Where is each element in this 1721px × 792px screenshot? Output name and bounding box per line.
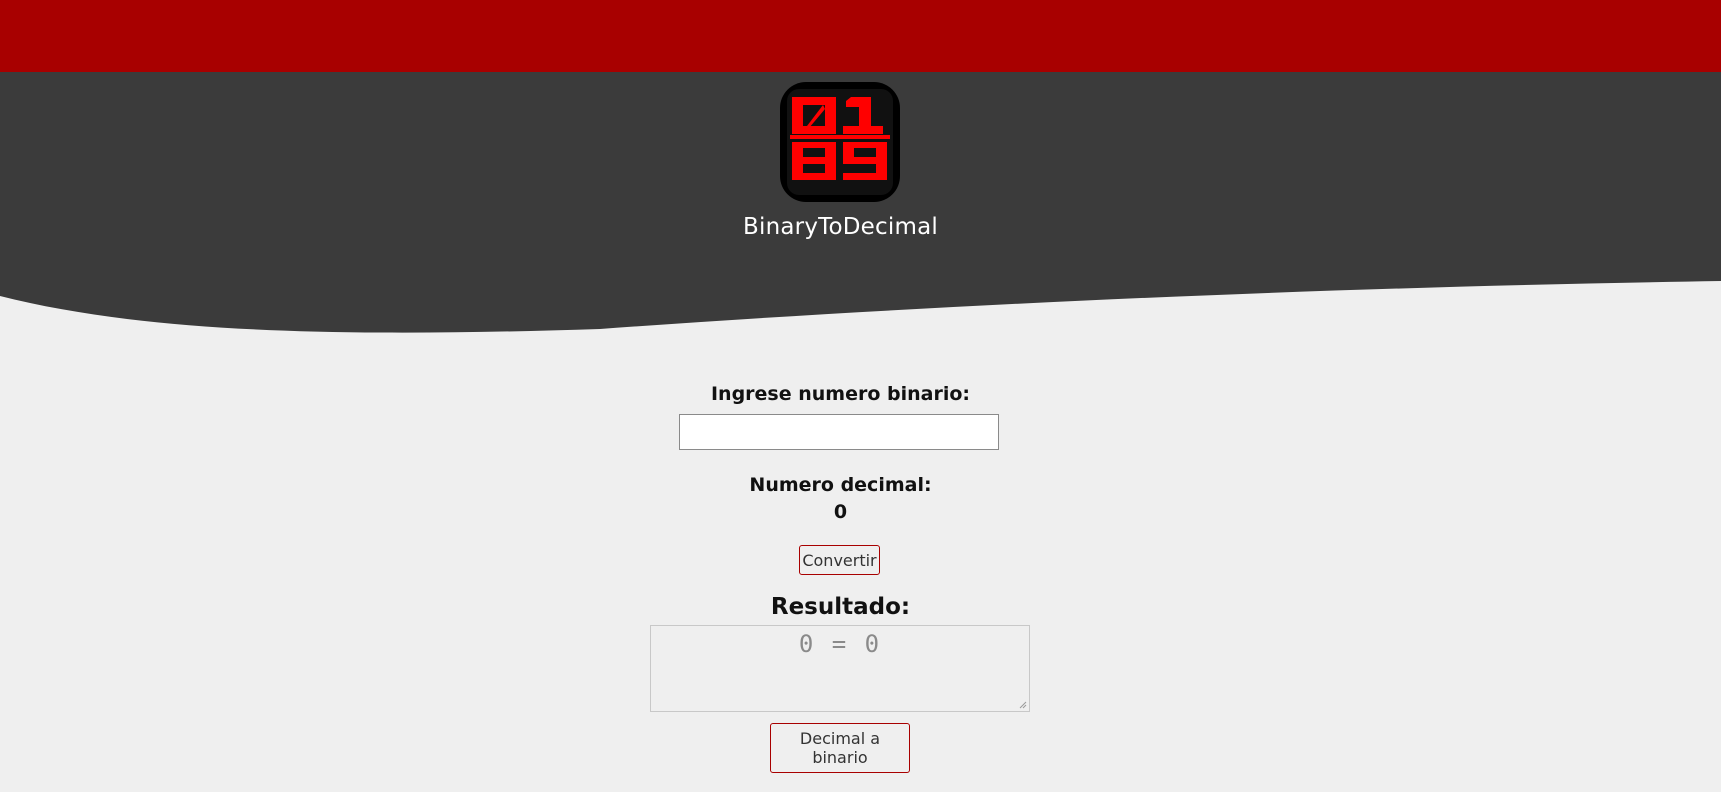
binary-digits-logo-icon (780, 82, 900, 202)
app-title: BinaryToDecimal (743, 214, 938, 240)
result-text: 0 = 0 (798, 630, 882, 658)
resize-grip-icon[interactable] (1019, 701, 1027, 709)
binary-input-label: Ingrese numero binario: (710, 383, 971, 405)
decimal-value: 0 (833, 501, 848, 523)
decimal-label: Numero decimal: (749, 474, 932, 496)
convert-button[interactable]: Convertir (799, 545, 880, 575)
result-label: Resultado: (770, 594, 911, 620)
result-textarea[interactable]: 0 = 0 (650, 625, 1030, 712)
binary-input[interactable] (679, 414, 999, 450)
decimal-to-binary-button[interactable]: Decimal a binario (770, 723, 910, 773)
top-bar (0, 0, 1721, 72)
